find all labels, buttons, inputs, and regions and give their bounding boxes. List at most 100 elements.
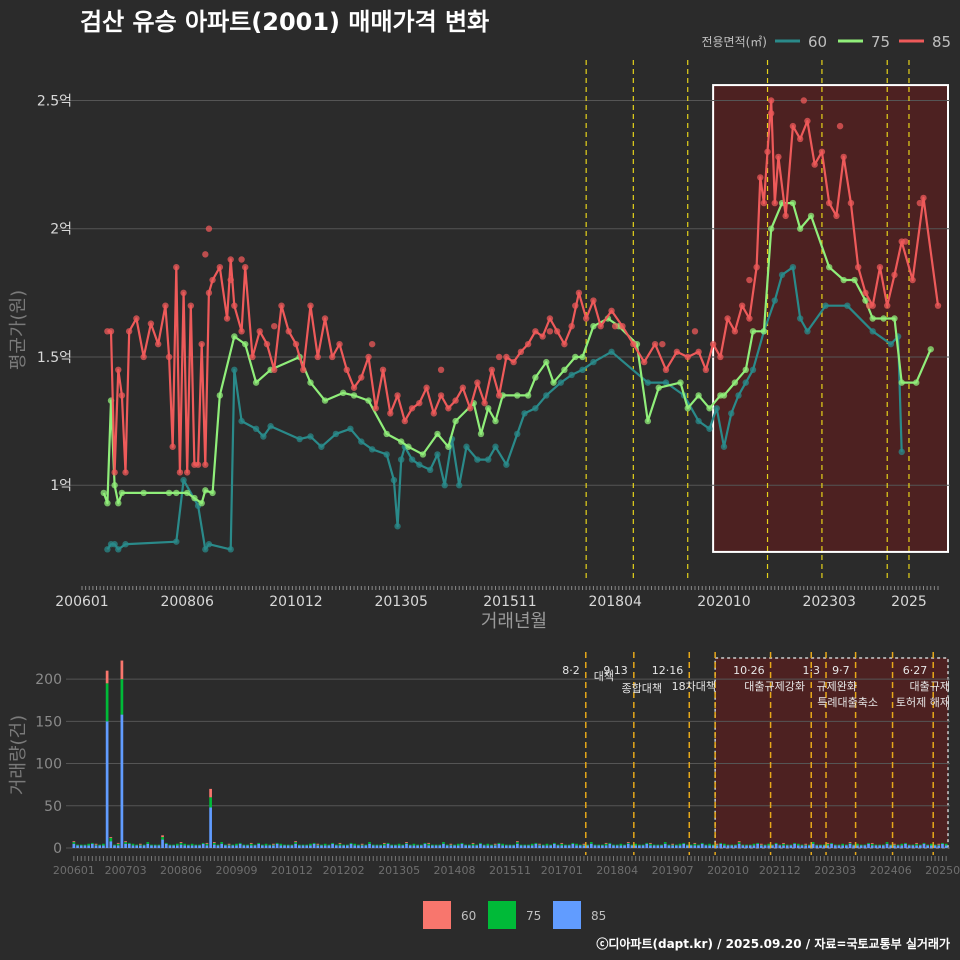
volume-bar-85	[649, 845, 652, 848]
volume-bar-75	[423, 842, 427, 844]
volume-bar-75	[800, 844, 804, 846]
data-point-60	[173, 538, 180, 545]
top-y-axis-label: 평균가(원)	[8, 290, 29, 370]
volume-bar-75	[235, 843, 238, 846]
data-point-60	[390, 476, 398, 484]
data-point-85	[140, 353, 147, 361]
volume-bar-85	[153, 845, 157, 848]
volume-bar-60	[116, 842, 120, 844]
volume-bar-85	[209, 807, 212, 848]
volume-bar-85	[774, 843, 778, 848]
volume-bar-85	[689, 845, 693, 848]
volume-bar-75	[327, 844, 331, 846]
volume-bar-75	[693, 843, 697, 846]
volume-bar-75	[264, 843, 268, 846]
volume-bar-85	[826, 845, 830, 848]
data-point-75	[789, 199, 797, 207]
volume-bar-75	[201, 842, 205, 844]
volume-bar-85	[486, 845, 490, 848]
volume-bar-75	[553, 842, 556, 844]
volume-bar-85	[364, 845, 368, 848]
data-point-85	[242, 264, 249, 271]
data-point-85	[474, 379, 481, 386]
volume-bar-75	[597, 844, 601, 846]
data-point-75	[796, 225, 804, 232]
volume-bar-85	[201, 843, 205, 848]
volume-bar-85	[235, 845, 238, 848]
volume-bar-75	[442, 842, 445, 844]
volume-bar-85	[72, 843, 76, 848]
data-point-75	[514, 392, 521, 399]
volume-bar-75	[168, 844, 172, 846]
volume-bar-75	[541, 844, 545, 846]
volume-bar-75	[545, 843, 549, 846]
volume-bar-75	[142, 844, 146, 846]
volume-bar-75	[734, 844, 737, 846]
data-point-85	[855, 264, 862, 271]
volume-bar-85	[885, 843, 889, 848]
data-point-75	[339, 389, 347, 397]
data-point-85	[495, 392, 503, 399]
volume-bar-75	[519, 844, 523, 846]
data-point-75	[880, 315, 887, 322]
volume-bar-75	[504, 844, 508, 846]
volume-bar-85	[268, 845, 272, 848]
data-point-85	[825, 199, 833, 207]
volume-bar-75	[172, 844, 175, 846]
data-point-75	[445, 443, 452, 450]
volume-bar-75	[102, 843, 105, 846]
volume-bar-60	[120, 660, 124, 680]
volume-bar-75	[124, 842, 127, 844]
volume-bar-85	[937, 845, 941, 848]
data-point-85	[782, 212, 789, 220]
volume-bar-85	[357, 845, 360, 848]
data-point-85	[249, 353, 256, 361]
volume-bar-75	[586, 844, 589, 846]
volume-bar-85	[76, 845, 79, 848]
volume-bar-85	[556, 845, 560, 848]
volume-bar-85	[859, 845, 863, 848]
volume-bar-85	[530, 845, 534, 848]
volume-bar-85	[216, 845, 220, 848]
volume-bar-60	[516, 841, 519, 843]
volume-x-tick-label: 202112	[759, 864, 801, 877]
policy-label: 특례대출축소	[817, 696, 878, 709]
data-point-85	[641, 358, 648, 366]
volume-bar-75	[449, 844, 453, 846]
data-point-60	[713, 405, 720, 412]
volume-bar-60	[937, 843, 941, 845]
volume-bar-75	[523, 844, 527, 846]
data-point-85	[611, 322, 619, 330]
volume-bar-60	[139, 843, 142, 845]
data-point-60	[543, 392, 550, 399]
volume-bar-85	[601, 845, 604, 848]
data-point-85	[372, 405, 379, 412]
volume-bar-85	[172, 845, 175, 848]
legend-key-60	[423, 901, 451, 929]
volume-bar-85	[667, 845, 671, 848]
volume-bar-85	[538, 845, 541, 848]
data-point-85	[292, 340, 300, 348]
volume-bar-85	[442, 843, 445, 848]
data-point-85	[662, 366, 670, 373]
volume-bar-75	[434, 844, 438, 846]
data-point-60	[778, 271, 786, 279]
volume-bar-75	[878, 844, 881, 846]
volume-bar-85	[242, 845, 246, 848]
data-point-85	[760, 199, 768, 207]
volume-bar-75	[94, 844, 98, 846]
volume-bar-75	[390, 844, 394, 846]
volume-bar-75	[353, 843, 357, 846]
volume-bar-85	[264, 845, 268, 848]
volume-bar-85	[878, 845, 881, 848]
volume-y-tick-label: 50	[44, 799, 62, 815]
volume-bar-85	[449, 845, 453, 848]
data-point-85	[343, 366, 350, 373]
volume-bar-85	[464, 845, 467, 848]
volume-bar-85	[815, 845, 819, 848]
volume-bar-75	[150, 844, 153, 846]
volume-bar-85	[697, 845, 700, 848]
policy-label: 대출규제	[910, 680, 950, 693]
data-point-85	[216, 264, 224, 271]
data-point-85	[916, 199, 924, 207]
